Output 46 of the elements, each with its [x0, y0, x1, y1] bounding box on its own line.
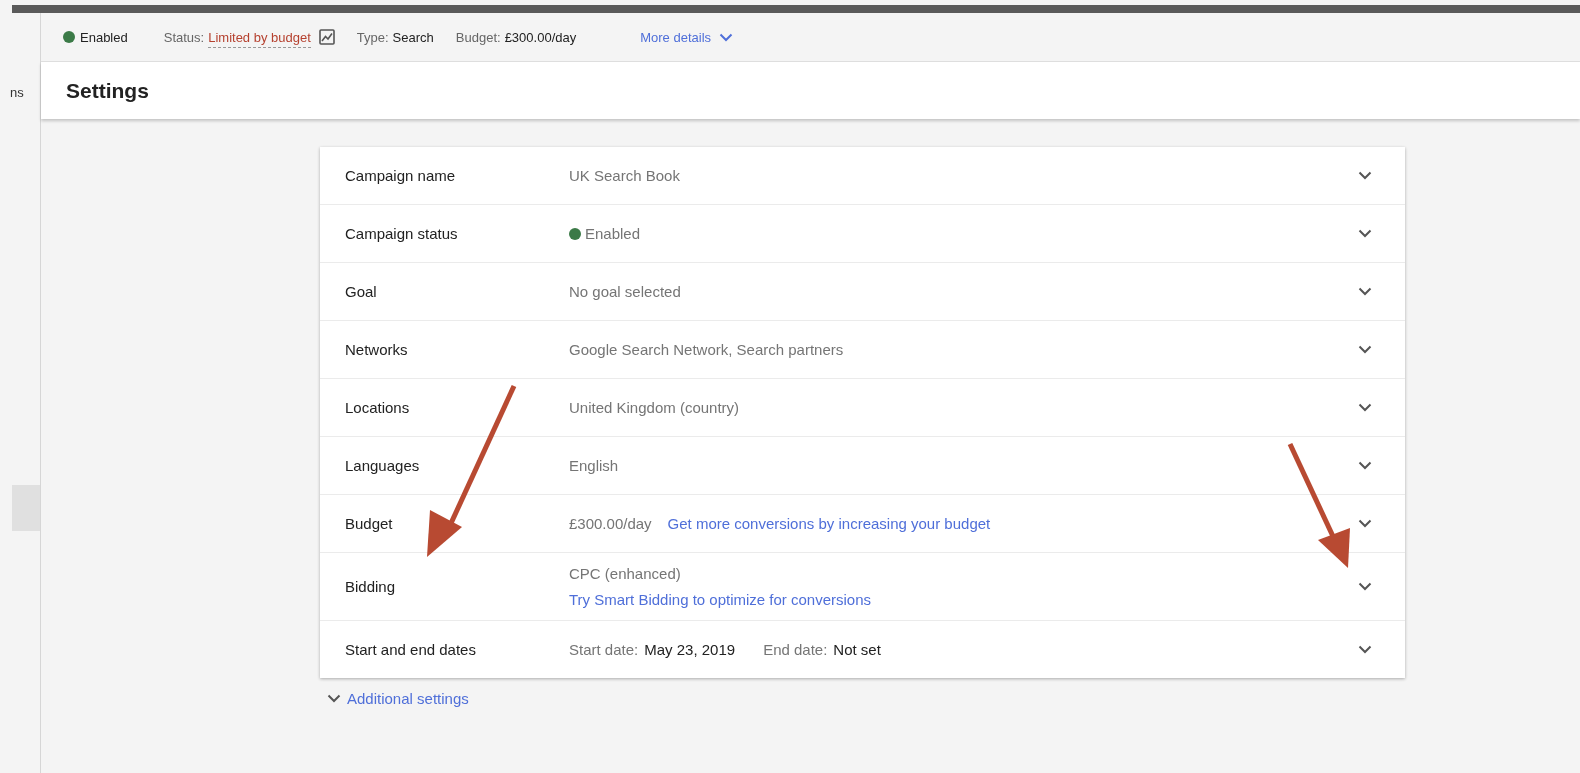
setting-text: Google Search Network, Search partners — [569, 341, 844, 358]
page-title: Settings — [41, 62, 1580, 119]
link[interactable]: Get more conversions by increasing your budget — [667, 515, 991, 532]
chevron-down-icon — [1358, 229, 1372, 238]
link[interactable]: Try Smart Bidding to optimize for conversions — [569, 591, 872, 608]
setting-text: United Kingdom (country) — [569, 399, 740, 416]
setting-value: May 23, 2019 — [644, 641, 736, 658]
field-value: Limited by budget — [208, 29, 311, 48]
setting-label: Budget — [344, 515, 394, 532]
sidebar-text: ns — [10, 85, 25, 102]
chevron-down-icon — [1358, 461, 1372, 470]
setting-label: Goal — [344, 283, 378, 300]
field-value: £300.00/day — [504, 29, 577, 45]
setting-text: Enabled — [585, 225, 641, 242]
field-label: Type: — [356, 29, 389, 45]
setting-label: Bidding — [344, 578, 397, 595]
setting-label: Locations — [344, 399, 411, 416]
chevron-down-icon — [719, 32, 734, 42]
additional-settings-link[interactable]: Additional settings — [327, 690, 469, 707]
setting-text: End date: — [763, 641, 828, 658]
chevron-down-icon — [1358, 403, 1372, 412]
chart-icon[interactable] — [318, 29, 335, 45]
chevron-down-icon — [1358, 287, 1372, 296]
setting-label: Campaign status — [344, 225, 459, 242]
setting-label: Campaign name — [344, 167, 457, 184]
chevron-down-icon — [1358, 171, 1372, 180]
chevron-down-icon — [327, 694, 341, 703]
setting-label: Languages — [344, 457, 421, 474]
setting-text: Start date: — [569, 641, 639, 658]
setting-value: Not set — [833, 641, 881, 658]
setting-text: No goal selected — [569, 283, 681, 300]
chevron-down-icon — [1358, 519, 1372, 528]
field-value: Search — [392, 29, 434, 45]
setting-label: Start and end dates — [344, 641, 477, 658]
chevron-down-icon — [1358, 345, 1372, 354]
setting-text: CPC (enhanced) — [569, 565, 681, 582]
chevron-down-icon — [1358, 645, 1372, 654]
setting-text: UK Search Book — [569, 167, 680, 184]
setting-text: £300.00/day — [569, 515, 652, 532]
setting-text: English — [569, 457, 619, 474]
more-details-button[interactable]: More details — [640, 29, 734, 45]
field-label: Status: — [163, 29, 205, 45]
status-text: Enabled — [80, 29, 128, 45]
setting-label: Networks — [344, 341, 409, 358]
field-label: Budget: — [455, 29, 501, 45]
chevron-down-icon — [1358, 582, 1372, 591]
